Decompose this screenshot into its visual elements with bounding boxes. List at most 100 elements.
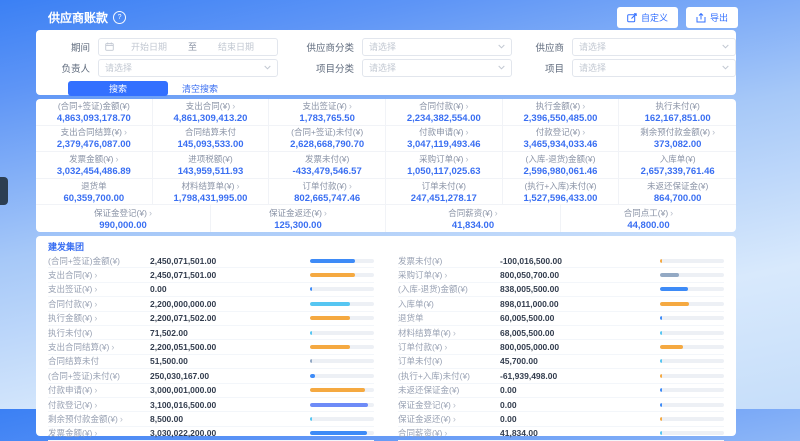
metric-value: 51,500.00: [150, 356, 310, 366]
link-chevron-icon: ›: [236, 182, 239, 190]
export-button[interactable]: 导出: [686, 7, 738, 28]
summary-card[interactable]: 支出合同(¥)›4,861,309,413.20: [153, 99, 270, 126]
metric-label[interactable]: 采购订单(¥)›: [398, 269, 500, 281]
help-icon[interactable]: ?: [113, 11, 126, 24]
range-separator: 至: [184, 40, 201, 53]
card-label: 订单付款(¥)›: [302, 180, 351, 192]
supplier-category-select[interactable]: 请选择: [362, 38, 512, 56]
summary-card[interactable]: 付款申请(¥)›3,047,119,493.46: [386, 126, 503, 153]
owner-select[interactable]: 请选择: [98, 59, 278, 77]
metric-bar-track: [660, 417, 724, 421]
card-label: 进项税额(¥): [188, 153, 232, 165]
date-range-input[interactable]: 开始日期 至 结束日期: [98, 38, 278, 56]
card-label: 合同结算未付: [185, 126, 236, 138]
metric-value: 0.00: [500, 414, 660, 424]
card-value: 145,093,533.00: [177, 139, 243, 150]
summary-card[interactable]: 执行金额(¥)›2,396,550,485.00: [503, 99, 620, 126]
project-select[interactable]: 请选择: [572, 59, 736, 77]
card-label: 支出签证(¥)›: [302, 100, 351, 112]
summary-card: 进项税额(¥)143,959,511.93: [153, 152, 270, 179]
card-label: 合同点工(¥)›: [624, 207, 673, 219]
supplier-select[interactable]: 请选择: [572, 38, 736, 56]
summary-card[interactable]: 订单付款(¥)›802,665,747.46: [269, 179, 386, 206]
metric-label[interactable]: 订单付款(¥)›: [398, 341, 500, 353]
metric-label[interactable]: 合同付款(¥)›: [48, 298, 150, 310]
summary-card[interactable]: 合同付款(¥)›2,234,382,554.00: [386, 99, 503, 126]
summary-card[interactable]: 合同薪资(¥)›41,834.00: [386, 205, 561, 232]
metric-label: (执行+入库)未付(¥): [398, 370, 500, 382]
metric-bar-fill: [660, 374, 662, 378]
metric-bar-fill: [660, 273, 679, 277]
metric-value: 898,011,000.00: [500, 299, 660, 309]
metric-bar-track: [660, 287, 724, 291]
chevron-down-icon: [264, 65, 271, 70]
project-label: 项目: [524, 61, 564, 75]
link-chevron-icon: ›: [324, 209, 327, 217]
metric-label[interactable]: 发票金额(¥)›: [48, 427, 150, 439]
metric-label[interactable]: 合同薪资(¥)›: [398, 427, 500, 439]
card-value: 373,082.00: [654, 139, 702, 150]
card-label: (合同+签证)金额(¥): [58, 100, 130, 112]
metric-label[interactable]: 剩余预付款金额(¥)›: [48, 413, 150, 425]
metric-bar-fill: [310, 287, 312, 291]
card-value: -433,479,546.57: [293, 166, 362, 177]
card-value: 60,359,700.00: [63, 193, 124, 204]
summary-card[interactable]: 发票金额(¥)›3,032,454,486.89: [36, 152, 153, 179]
metric-label[interactable]: 支出合同结算(¥)›: [48, 341, 150, 353]
owner-label: 负责人: [46, 61, 90, 75]
project-category-select[interactable]: 请选择: [362, 59, 512, 77]
card-value: 3,047,119,493.46: [407, 139, 480, 150]
summary-card[interactable]: 保证金登记(¥)›990,000.00: [36, 205, 211, 232]
metric-row: 支出合同结算(¥)›2,200,051,500.00: [48, 340, 374, 354]
summary-card[interactable]: 保证金返还(¥)›125,300.00: [211, 205, 386, 232]
metric-value: 2,200,071,502.00: [150, 313, 310, 323]
metric-bar-track: [310, 302, 374, 306]
metric-bar-fill: [310, 403, 368, 407]
group-title[interactable]: 建发集团: [48, 241, 724, 254]
summary-card[interactable]: 合同点工(¥)›44,800.00: [561, 205, 736, 232]
clear-search-link[interactable]: 清空搜索: [182, 82, 218, 95]
card-value: 2,396,550,485.00: [524, 113, 598, 124]
group-metrics: (合同+签证)金额(¥)2,450,071,501.00支出合同(¥)›2,45…: [48, 254, 724, 441]
metric-label: (合同+签证)金额(¥): [48, 255, 150, 267]
search-button[interactable]: 搜索: [68, 81, 168, 96]
summary-card: 订单未付(¥)247,451,278.17: [386, 179, 503, 206]
metric-bar-track: [310, 316, 374, 320]
metric-value: 45,700.00: [500, 356, 660, 366]
metric-label[interactable]: 材料结算单(¥)›: [398, 327, 500, 339]
metric-bar-fill: [310, 273, 355, 277]
link-chevron-icon: ›: [349, 182, 352, 190]
card-label: (入库-退货)金额(¥): [526, 153, 596, 165]
side-drawer-handle[interactable]: [0, 177, 8, 205]
metric-label[interactable]: 执行金额(¥)›: [48, 312, 150, 324]
customize-button[interactable]: 自定义: [617, 7, 678, 28]
metric-label[interactable]: 支出合同(¥)›: [48, 269, 150, 281]
metric-row: (入库-退货)金额(¥)838,005,500.00: [398, 283, 724, 297]
metric-value: 2,200,051,500.00: [150, 342, 310, 352]
summary-card[interactable]: 支出签证(¥)›1,783,765.50: [269, 99, 386, 126]
metric-value: -100,016,500.00: [500, 256, 660, 266]
export-icon: [696, 13, 706, 23]
link-chevron-icon: ›: [495, 209, 498, 217]
card-value: 1,798,431,995.00: [174, 193, 248, 204]
summary-card[interactable]: 付款登记(¥)›3,465,934,033.46: [503, 126, 620, 153]
link-chevron-icon: ›: [94, 314, 97, 322]
metric-label[interactable]: 支出签证(¥)›: [48, 283, 150, 295]
metric-label[interactable]: 保证金返还(¥)›: [398, 413, 500, 425]
summary-card[interactable]: 采购订单(¥)›1,050,117,025.63: [386, 152, 503, 179]
metric-label[interactable]: 付款申请(¥)›: [48, 384, 150, 396]
metric-label: 未返还保证金(¥): [398, 384, 500, 396]
metric-bar-fill: [310, 259, 355, 263]
link-chevron-icon: ›: [124, 128, 127, 136]
link-chevron-icon: ›: [116, 155, 119, 163]
summary-card[interactable]: 材料结算单(¥)›1,798,431,995.00: [153, 179, 270, 206]
metric-bar-track: [660, 316, 724, 320]
metric-row: 支出签证(¥)›0.00: [48, 283, 374, 297]
summary-card[interactable]: 支出合同结算(¥)›2,379,476,087.00: [36, 126, 153, 153]
card-value: 2,628,668,790.70: [290, 139, 364, 150]
metric-bar-fill: [310, 345, 350, 349]
summary-card[interactable]: 剩余预付款金额(¥)›373,082.00: [619, 126, 736, 153]
metric-value: 800,005,000.00: [500, 342, 660, 352]
metric-value: 41,834.00: [500, 428, 660, 438]
link-chevron-icon: ›: [94, 271, 97, 279]
